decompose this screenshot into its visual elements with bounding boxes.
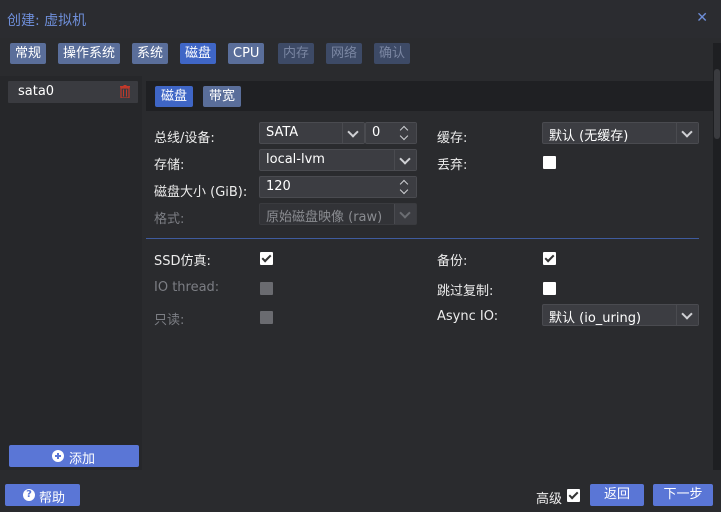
cache-select[interactable]: 默认 (无缓存)	[542, 122, 699, 144]
spinner-icon[interactable]	[394, 123, 416, 143]
tab-memory: 内存	[278, 43, 315, 64]
back-button[interactable]: 返回	[590, 484, 644, 506]
trash-icon[interactable]	[120, 85, 130, 98]
chevron-down-icon[interactable]	[394, 150, 416, 170]
read-only-label: 只读:	[154, 313, 185, 328]
advanced-checkbox[interactable]	[567, 489, 580, 502]
format-select-value: 原始磁盘映像 (raw)	[266, 210, 383, 225]
disk-size-input[interactable]: 120	[259, 176, 417, 198]
window-titlebar: 创建: 虚拟机 ✕	[0, 0, 721, 38]
device-index-input[interactable]: 0	[365, 122, 417, 144]
io-thread-checkbox	[260, 282, 273, 295]
async-io-select[interactable]: 默认 (io_uring)	[542, 304, 699, 326]
storage-select-value: local-lvm	[266, 152, 325, 167]
cache-label: 缓存:	[437, 131, 468, 146]
tab-disks[interactable]: 磁盘	[180, 43, 217, 64]
help-label: 帮助	[39, 491, 66, 506]
next-button[interactable]: 下一步	[653, 484, 713, 506]
disk-size-label: 磁盘大小 (GiB):	[154, 185, 248, 200]
bus-device-label: 总线/设备:	[154, 131, 215, 146]
tab-cpu[interactable]: CPU	[228, 43, 265, 64]
discard-label: 丢弃:	[437, 158, 468, 173]
chevron-down-icon[interactable]	[676, 305, 698, 325]
tab-network: 网络	[326, 43, 363, 64]
chevron-down-icon[interactable]	[342, 123, 364, 143]
disk-list-item-label: sata0	[18, 84, 55, 99]
help-button[interactable]: ? 帮助	[5, 484, 80, 506]
advanced-label: 高级	[536, 492, 563, 507]
backup-label: 备份:	[437, 254, 468, 269]
ssd-emulation-checkbox[interactable]	[260, 252, 273, 265]
skip-replication-checkbox[interactable]	[543, 282, 556, 295]
scrollbar[interactable]	[713, 43, 721, 470]
tab-confirm: 确认	[374, 43, 411, 64]
skip-replication-label: 跳过复制:	[437, 284, 494, 299]
device-index-value: 0	[372, 125, 381, 140]
section-divider	[146, 238, 699, 239]
storage-select[interactable]: local-lvm	[259, 149, 417, 171]
close-icon[interactable]: ✕	[696, 10, 708, 26]
spinner-icon[interactable]	[394, 177, 416, 197]
format-select: 原始磁盘映像 (raw)	[259, 203, 417, 225]
bus-select-value: SATA	[266, 125, 299, 140]
subtab-bandwidth[interactable]: 带宽	[203, 86, 242, 107]
disk-list-panel	[0, 76, 142, 470]
tab-general[interactable]: 常规	[10, 43, 47, 64]
cache-select-value: 默认 (无缓存)	[549, 129, 629, 144]
async-io-select-value: 默认 (io_uring)	[549, 311, 642, 326]
storage-label: 存储:	[154, 158, 185, 173]
help-icon: ?	[23, 489, 35, 501]
io-thread-label: IO thread:	[154, 280, 220, 295]
chevron-down-icon[interactable]	[676, 123, 698, 143]
discard-checkbox[interactable]	[543, 156, 556, 169]
tab-os[interactable]: 操作系统	[58, 43, 121, 64]
subtab-disk[interactable]: 磁盘	[155, 86, 194, 107]
add-disk-label: 添加	[69, 452, 96, 467]
chevron-down-icon	[394, 204, 416, 224]
window-title: 创建: 虚拟机	[7, 13, 87, 29]
tab-system[interactable]: 系统	[132, 43, 169, 64]
async-io-label: Async IO:	[437, 309, 499, 324]
disk-list-item-sata0[interactable]: sata0	[8, 81, 138, 103]
backup-checkbox[interactable]	[543, 252, 556, 265]
plus-circle-icon	[52, 450, 64, 462]
format-label: 格式:	[154, 212, 185, 227]
add-disk-button[interactable]: 添加	[9, 445, 139, 467]
bus-select[interactable]: SATA	[259, 122, 365, 144]
read-only-checkbox	[260, 311, 273, 324]
ssd-emulation-label: SSD仿真:	[154, 254, 211, 269]
disk-size-value: 120	[266, 179, 291, 194]
